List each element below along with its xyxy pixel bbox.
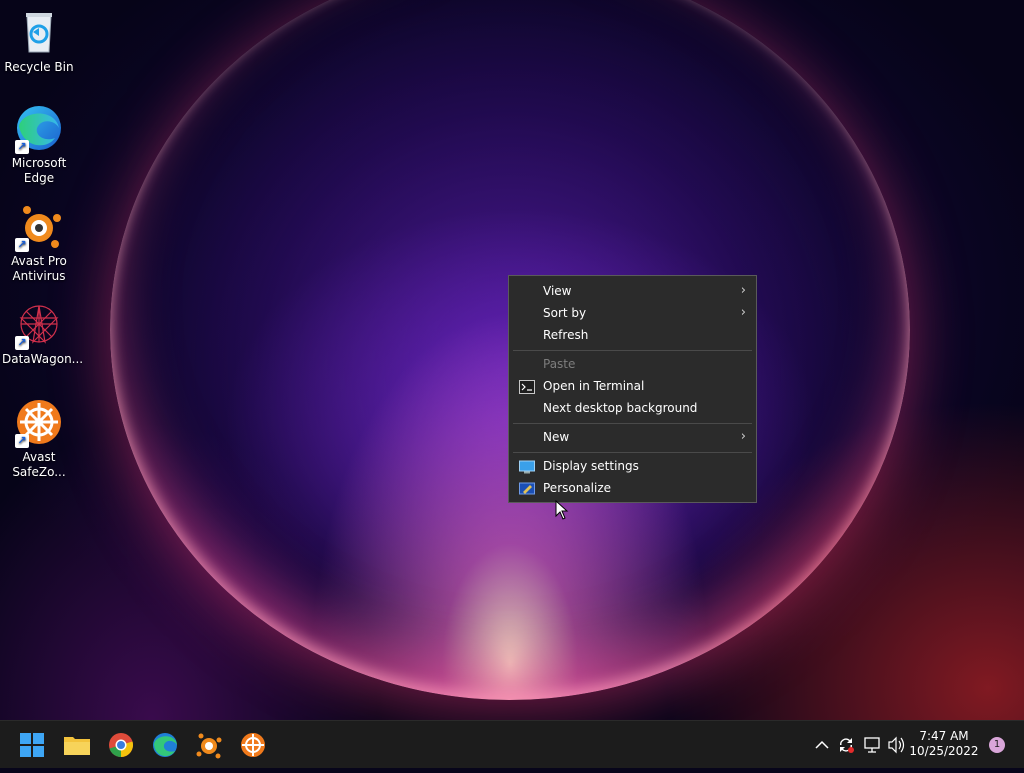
desktop-context-menu: View › Sort by › Refresh Paste Open in T… — [508, 275, 757, 503]
chrome-icon — [105, 733, 137, 765]
menu-item-refresh[interactable]: Refresh — [509, 324, 756, 346]
menu-item-label: Refresh — [543, 328, 589, 342]
desktop-icon-label: Avast Pro Antivirus — [11, 254, 67, 283]
menu-item-view[interactable]: View › — [509, 280, 756, 302]
desktop-icon-label: Microsoft Edge — [11, 156, 67, 185]
chevron-right-icon: › — [740, 429, 746, 444]
show-hidden-icons-button[interactable] — [812, 721, 832, 769]
clock-date: 10/25/2022 — [909, 744, 979, 758]
shortcut-arrow-icon: ↗ — [15, 336, 29, 350]
clock-time: 7:47 AM — [919, 729, 969, 743]
avast-icon — [193, 733, 225, 765]
taskbar-file-explorer[interactable] — [61, 729, 93, 761]
chevron-right-icon: › — [740, 305, 746, 320]
menu-item-label: Sort by — [543, 306, 587, 320]
start-icon — [16, 733, 48, 765]
desktop-icon-recycle-bin[interactable]: Recycle Bin — [2, 8, 76, 75]
taskbar-edge[interactable] — [149, 729, 181, 761]
desktop-icon-datawagon[interactable]: ↗ DataWagon... — [2, 300, 84, 367]
menu-item-new[interactable]: New › — [509, 426, 756, 448]
desktop-icon-microsoft-edge[interactable]: ↗ Microsoft Edge — [2, 104, 76, 186]
display-icon — [519, 459, 535, 474]
chevron-right-icon: › — [740, 283, 746, 298]
taskbar-chrome[interactable] — [105, 729, 137, 761]
menu-item-paste: Paste — [509, 353, 756, 375]
menu-item-label: Personalize — [543, 481, 612, 495]
avast-icon: ↗ — [15, 202, 63, 252]
menu-separator — [513, 452, 752, 453]
taskbar: 7:47 AM 10/25/2022 1 — [0, 720, 1024, 768]
menu-item-label: New — [543, 430, 570, 444]
desktop-icon-avast-safezone[interactable]: ↗ Avast SafeZo... — [2, 398, 76, 480]
recycle-bin-icon — [15, 8, 63, 56]
tray-update-status[interactable] — [836, 721, 856, 769]
edge-icon — [149, 733, 181, 765]
network-icon — [862, 737, 882, 773]
avast-safezone-icon: ↗ — [15, 398, 63, 448]
desktop-icon-label: DataWagon... — [2, 352, 84, 366]
menu-separator — [513, 350, 752, 351]
tray-network[interactable] — [862, 721, 882, 769]
tray-volume[interactable] — [887, 721, 907, 769]
menu-item-label: Paste — [543, 357, 576, 371]
menu-item-label: Display settings — [543, 459, 639, 473]
menu-item-label: Open in Terminal — [543, 379, 645, 393]
chevron-up-icon — [812, 740, 832, 773]
start-button[interactable] — [16, 729, 48, 761]
terminal-icon — [519, 379, 535, 394]
personalize-icon — [519, 481, 535, 495]
mouse-cursor-icon — [555, 499, 569, 520]
menu-item-label: Next desktop background — [543, 401, 698, 415]
desktop-icon-label: Avast SafeZo... — [12, 450, 66, 479]
menu-item-label: View — [543, 284, 572, 298]
file-explorer-icon — [61, 737, 93, 765]
menu-item-display-settings[interactable]: Display settings — [509, 455, 756, 477]
menu-item-personalize[interactable]: Personalize — [509, 477, 756, 499]
menu-item-sort-by[interactable]: Sort by › — [509, 302, 756, 324]
desktop-icon-label: Recycle Bin — [4, 60, 74, 74]
tray-clock[interactable]: 7:47 AM 10/25/2022 — [908, 729, 980, 759]
shortcut-arrow-icon: ↗ — [15, 140, 29, 154]
taskbar-avast[interactable] — [193, 729, 225, 761]
menu-item-next-desktop-background[interactable]: Next desktop background — [509, 397, 756, 419]
desktop-icon-avast-pro-antivirus[interactable]: ↗ Avast Pro Antivirus — [2, 202, 76, 284]
menu-separator — [513, 423, 752, 424]
sync-icon — [836, 738, 856, 773]
shortcut-arrow-icon: ↗ — [15, 238, 29, 252]
datawagon-icon: ↗ — [15, 300, 63, 350]
menu-item-open-in-terminal[interactable]: Open in Terminal — [509, 375, 756, 397]
edge-icon: ↗ — [15, 104, 63, 154]
notification-badge[interactable]: 1 — [989, 737, 1005, 753]
volume-icon — [887, 736, 907, 773]
avast-safezone-icon — [237, 733, 269, 765]
shortcut-arrow-icon: ↗ — [15, 434, 29, 448]
taskbar-avast-safezone[interactable] — [237, 729, 269, 761]
